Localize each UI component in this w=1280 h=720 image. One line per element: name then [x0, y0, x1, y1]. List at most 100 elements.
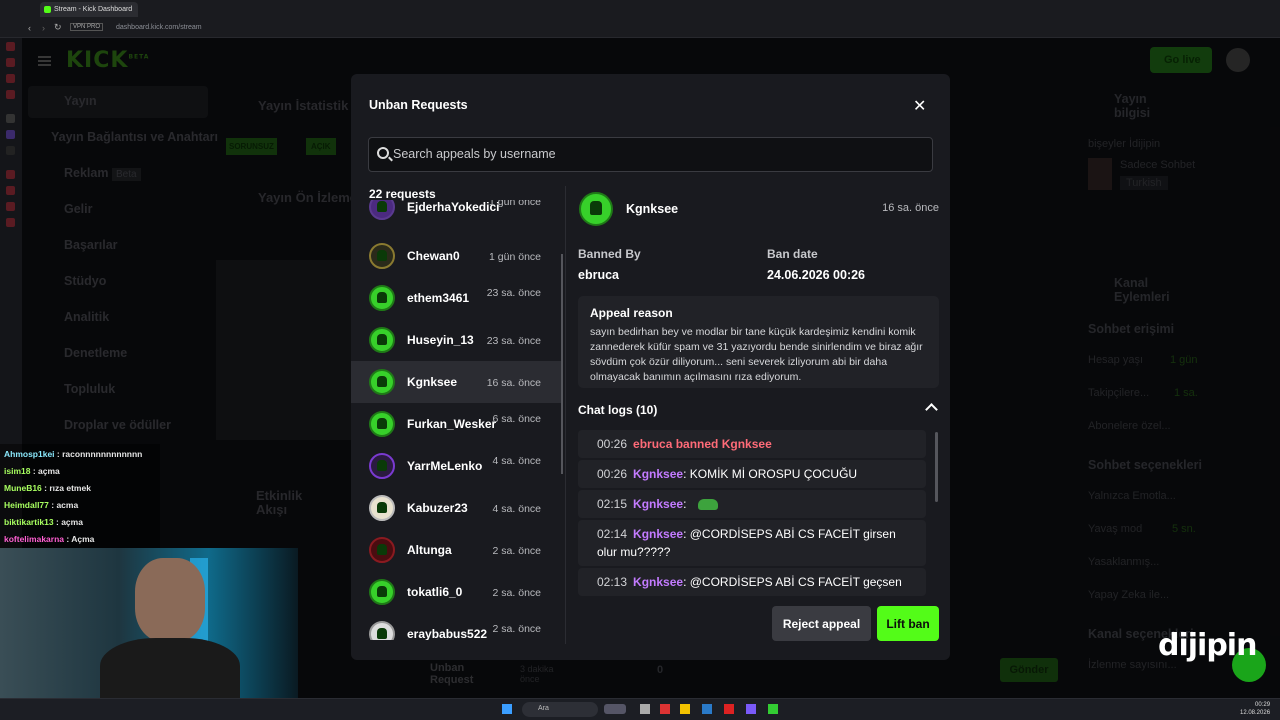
log-username: Kgnksee — [633, 497, 684, 511]
list-item[interactable]: Chewan0 1 gün önce — [351, 235, 561, 277]
taskbar-app-icon[interactable] — [660, 704, 670, 714]
chevron-up-icon[interactable] — [925, 403, 938, 416]
list-item[interactable]: Kabuzer23 4 sa. önce — [351, 487, 561, 529]
kick-favicon-icon — [44, 6, 51, 13]
list-item[interactable]: Altunga 2 sa. önce — [351, 529, 561, 571]
request-time: 1 gün önce — [489, 200, 541, 208]
forward-icon[interactable]: › — [42, 23, 45, 33]
avatar — [369, 327, 395, 353]
chat-log-entry: 02:14 Kgnksee: @CORDİSEPS ABİ CS FACEİT g… — [578, 520, 926, 566]
strip-app-icon[interactable] — [6, 58, 15, 67]
log-time: 02:13 — [597, 575, 628, 589]
taskbar-app-icon[interactable] — [640, 704, 650, 714]
request-time: 23 sa. önce — [486, 335, 541, 347]
browser-tab[interactable]: Stream - Kick Dashboard — [40, 2, 138, 17]
strip-app-icon[interactable] — [6, 42, 15, 51]
log-message: @CORDİSEPS ABİ CS FACEİT geçsen — [689, 575, 902, 589]
chat-log-entry: 02:13 Kgnksee: @CORDİSEPS ABİ CS FACEİT g… — [578, 568, 926, 596]
overlay-chat-line: biktikartik13 : açma — [4, 517, 83, 527]
taskbar-app-icon[interactable] — [680, 704, 690, 714]
ban-date-value: 24.06.2026 00:26 — [767, 268, 866, 282]
chat-logs-list[interactable]: 00:26 ebruca banned Kgnksee 00:26 Kgnksee:… — [578, 430, 938, 596]
overlay-chat-line: isim18 : açma — [4, 466, 60, 476]
avatar — [369, 537, 395, 563]
windows-start-icon[interactable] — [502, 704, 512, 714]
request-username: tokatli6_0 — [407, 585, 463, 599]
reload-icon[interactable]: ↻ — [54, 22, 62, 33]
request-time: 1 gün önce — [489, 251, 541, 263]
strip-app-icon[interactable] — [6, 218, 15, 227]
webcam-feed — [0, 548, 298, 698]
request-time: 4 sa. önce — [492, 455, 541, 467]
list-item[interactable]: Furkan_Wesker 6 sa. önce — [351, 403, 561, 445]
strip-app-icon[interactable] — [6, 186, 15, 195]
taskbar-app-icon[interactable] — [724, 704, 734, 714]
ban-date-label: Ban date — [767, 247, 818, 261]
detail-username: Kgnksee — [626, 202, 679, 216]
request-username: Chewan0 — [407, 249, 460, 263]
taskbar-clock[interactable]: 00:29 12.08.2026 — [1240, 701, 1270, 717]
avatar — [369, 369, 395, 395]
list-item[interactable]: eraybabus522 2 sa. önce — [351, 613, 561, 640]
taskbar-app-icon[interactable] — [768, 704, 778, 714]
reject-appeal-button[interactable]: Reject appeal — [772, 606, 871, 641]
strip-app-icon[interactable] — [6, 114, 15, 123]
logs-scrollbar[interactable] — [935, 432, 938, 502]
search-icon — [377, 147, 389, 159]
banned-by-label: Banned By — [578, 247, 641, 261]
strip-app-icon[interactable] — [6, 90, 15, 99]
panel-divider — [565, 186, 566, 644]
list-scrollbar[interactable] — [561, 254, 563, 474]
strip-app-icon[interactable] — [6, 130, 15, 139]
requests-list[interactable]: EjderhaYokedici 1 gün önce Chewan0 1 gün… — [351, 200, 563, 640]
list-item[interactable]: ethem3461 23 sa. önce — [351, 277, 561, 319]
vpn-badge[interactable]: VPN PRO — [70, 23, 104, 31]
list-item[interactable]: Huseyin_13 23 sa. önce — [351, 319, 561, 361]
avatar — [369, 579, 395, 605]
avatar — [369, 495, 395, 521]
strip-app-icon[interactable] — [6, 170, 15, 179]
streamer-face — [135, 558, 205, 642]
log-username: Kgnksee — [633, 467, 684, 481]
search-input[interactable] — [393, 147, 913, 161]
appeal-reason-card: Appeal reason sayın bedirhan bey ve modl… — [578, 296, 939, 388]
taskbar-app-icon[interactable] — [746, 704, 756, 714]
list-item[interactable]: tokatli6_0 2 sa. önce — [351, 571, 561, 613]
request-time: 2 sa. önce — [492, 587, 541, 599]
log-time: 00:26 — [597, 467, 628, 481]
list-item[interactable]: EjderhaYokedici 1 gün önce — [351, 200, 561, 228]
chat-log-entry: 00:26 Kgnksee: KOMİK Mİ OROSPU ÇOCUĞU — [578, 460, 926, 488]
strip-app-icon[interactable] — [6, 202, 15, 211]
avatar — [369, 285, 395, 311]
strip-app-icon[interactable] — [6, 146, 15, 155]
log-username: Kgnksee — [633, 527, 684, 541]
list-item-selected[interactable]: Kgnksee 16 sa. önce — [351, 361, 561, 403]
pepe-emote-icon — [697, 499, 718, 511]
request-time: 2 sa. önce — [492, 623, 541, 635]
overlay-chat-line: Heimdall77 : acma — [4, 500, 79, 510]
close-icon[interactable]: ✕ — [913, 96, 926, 116]
log-message: KOMİK Mİ OROSPU ÇOCUĞU — [689, 467, 858, 481]
log-username: Kgnksee — [633, 575, 684, 589]
chat-logs-title: Chat logs (10) — [578, 403, 658, 417]
request-time: 4 sa. önce — [492, 503, 541, 515]
requests-count: 22 requests — [369, 187, 436, 201]
log-time: 02:15 — [597, 497, 628, 511]
appeal-reason-title: Appeal reason — [590, 306, 673, 320]
taskbar-search[interactable]: Ara — [522, 702, 598, 717]
search-field[interactable] — [368, 137, 933, 172]
chat-log-entry: 00:26 ebruca banned Kgnksee — [578, 430, 926, 458]
banned-by-value: ebruca — [578, 268, 619, 282]
address-field[interactable]: dashboard.kick.com/stream — [116, 24, 202, 31]
strip-app-icon[interactable] — [6, 74, 15, 83]
request-time: 6 sa. önce — [492, 413, 541, 425]
log-time: 00:26 — [597, 437, 628, 451]
appeal-reason-text: sayın bedirhan bey ve modlar bir tane kü… — [590, 326, 923, 383]
overlay-chat-line: koftelimakarna : Açma — [4, 534, 95, 544]
back-icon[interactable]: ‹ — [28, 23, 31, 33]
lift-ban-button[interactable]: Lift ban — [877, 606, 939, 641]
list-item[interactable]: YarrMeLenko 4 sa. önce — [351, 445, 561, 487]
taskbar-app-icon[interactable] — [702, 704, 712, 714]
avatar — [369, 243, 395, 269]
taskbar-app-icon[interactable] — [604, 704, 626, 714]
